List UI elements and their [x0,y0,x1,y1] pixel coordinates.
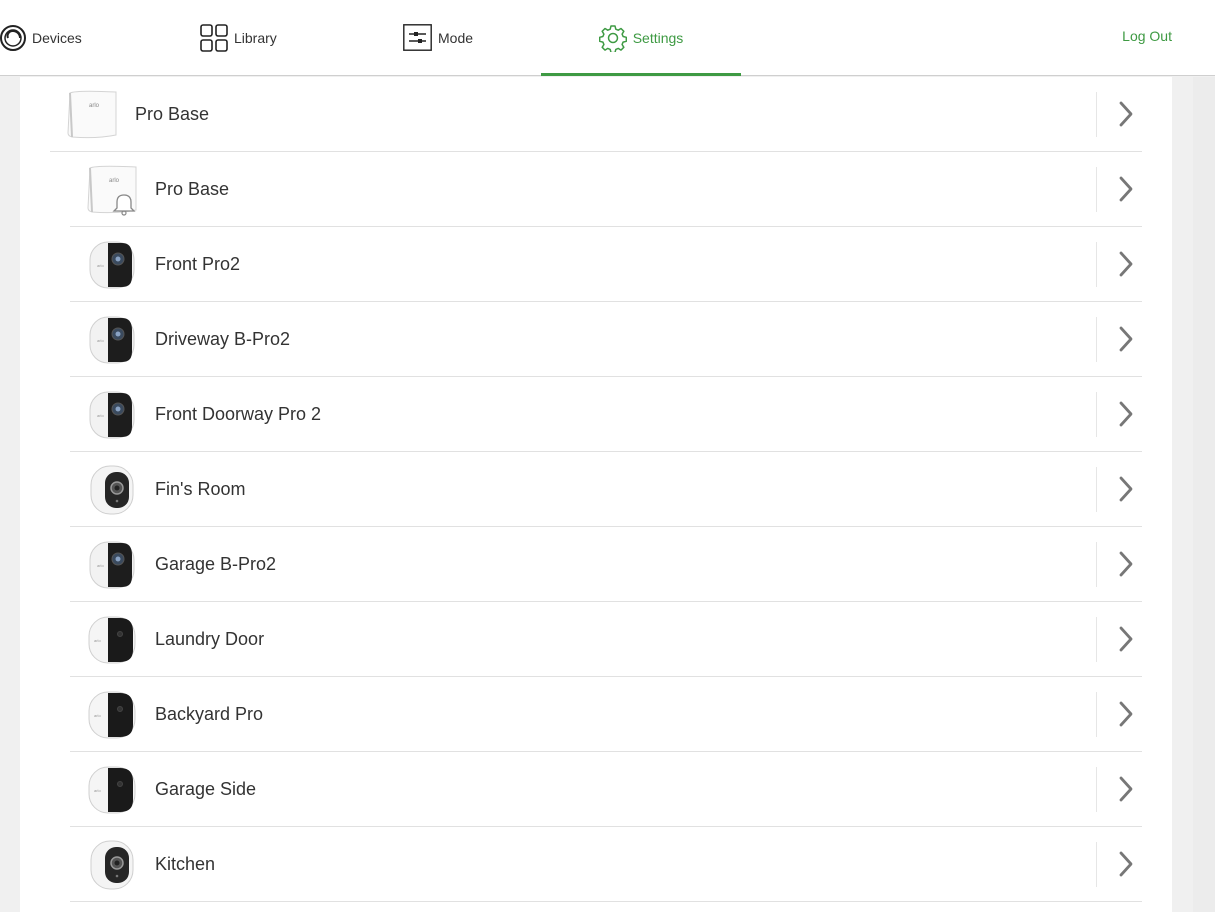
chevron-right-icon [1119,176,1133,202]
chevron-right-icon [1119,401,1133,427]
indoor-camera-icon [90,840,134,890]
base-station-siren-icon: arlo [87,165,137,216]
device-name: Pro Base [155,178,230,199]
device-name: Garage B-Pro2 [155,553,277,574]
pro2-camera-icon: arlo [89,391,135,439]
top-nav: Devices Library Mode Settings Log Out [0,0,1215,76]
chevron-right-icon [1119,326,1133,352]
pro2-camera-icon: arlo [89,541,135,589]
nav-devices-label: Devices [32,29,82,46]
nav-devices[interactable]: Devices [0,0,82,75]
row-divider [1096,467,1097,512]
device-name: Kitchen [155,853,216,874]
device-row[interactable]: arlo Garage B-Pro2 [70,527,1142,602]
base-station-row[interactable]: arlo Pro Base [50,77,1142,152]
device-row[interactable]: arlo Front Doorway Pro 2 [70,377,1142,452]
nav-mode-label: Mode [438,29,474,46]
row-divider [1096,317,1097,362]
row-divider [1096,392,1097,437]
grid-icon [200,23,228,52]
pro2-camera-icon: arlo [89,316,135,364]
device-name: Driveway B-Pro2 [155,328,291,349]
device-row[interactable]: arlo Laundry Door [70,602,1142,677]
svg-text:arlo: arlo [89,103,100,109]
active-tab-indicator [541,73,741,76]
device-name: Pro Base [135,103,210,124]
pro-camera-icon: arlo [88,766,136,814]
device-name: Fin's Room [155,478,246,499]
svg-text:arlo: arlo [94,638,101,643]
svg-text:arlo: arlo [109,178,120,184]
camera-lens-icon [0,24,26,51]
logout-link[interactable]: Log Out [1122,0,1172,72]
device-name: Laundry Door [155,628,265,649]
device-name: Front Doorway Pro 2 [155,403,322,424]
pro-camera-icon: arlo [88,691,136,739]
scrollbar-track[interactable] [1193,77,1215,912]
chevron-right-icon [1119,776,1133,802]
pro-camera-icon: arlo [88,616,136,664]
row-divider [1096,617,1097,662]
chevron-right-icon [1119,626,1133,652]
sliders-icon [403,24,432,51]
chevron-right-icon [1119,251,1133,277]
row-divider [1096,692,1097,737]
device-row[interactable]: arlo Backyard Pro [70,677,1142,752]
device-row[interactable]: arlo Driveway B-Pro2 [70,302,1142,377]
nav-library-label: Library [234,29,277,46]
indoor-camera-icon [90,465,134,515]
device-row[interactable]: arlo Pro Base [70,152,1142,227]
svg-text:arlo: arlo [97,413,104,418]
chevron-right-icon [1119,101,1133,127]
chevron-right-icon [1119,551,1133,577]
svg-text:arlo: arlo [94,788,101,793]
nav-library[interactable]: Library [200,0,277,75]
svg-text:arlo: arlo [97,338,104,343]
row-divider [1096,92,1097,137]
row-divider [1096,767,1097,812]
device-row[interactable]: Kitchen [70,827,1142,902]
row-divider [1096,842,1097,887]
device-name: Garage Side [155,778,257,799]
device-name: Backyard Pro [155,703,264,724]
device-settings-panel: arlo Pro Base arlo Pro Base arlo Front Pro2… [20,77,1172,912]
gear-icon [598,24,627,52]
chevron-right-icon [1119,476,1133,502]
svg-text:arlo: arlo [97,563,104,568]
row-divider [1096,242,1097,287]
pro2-camera-icon: arlo [89,241,135,289]
svg-text:arlo: arlo [97,263,104,268]
chevron-right-icon [1119,701,1133,727]
base-station-icon: arlo [67,90,117,139]
device-row[interactable]: Fin's Room [70,452,1142,527]
device-row[interactable]: arlo Garage Side [70,752,1142,827]
svg-text:arlo: arlo [94,713,101,718]
nav-settings-label: Settings [632,29,684,46]
device-name: Front Pro2 [155,253,241,274]
chevron-right-icon [1119,851,1133,877]
row-divider [1096,542,1097,587]
row-divider [1096,167,1097,212]
device-row[interactable]: arlo Front Pro2 [70,227,1142,302]
nav-mode[interactable]: Mode [403,0,473,75]
nav-settings[interactable]: Settings [541,0,741,76]
